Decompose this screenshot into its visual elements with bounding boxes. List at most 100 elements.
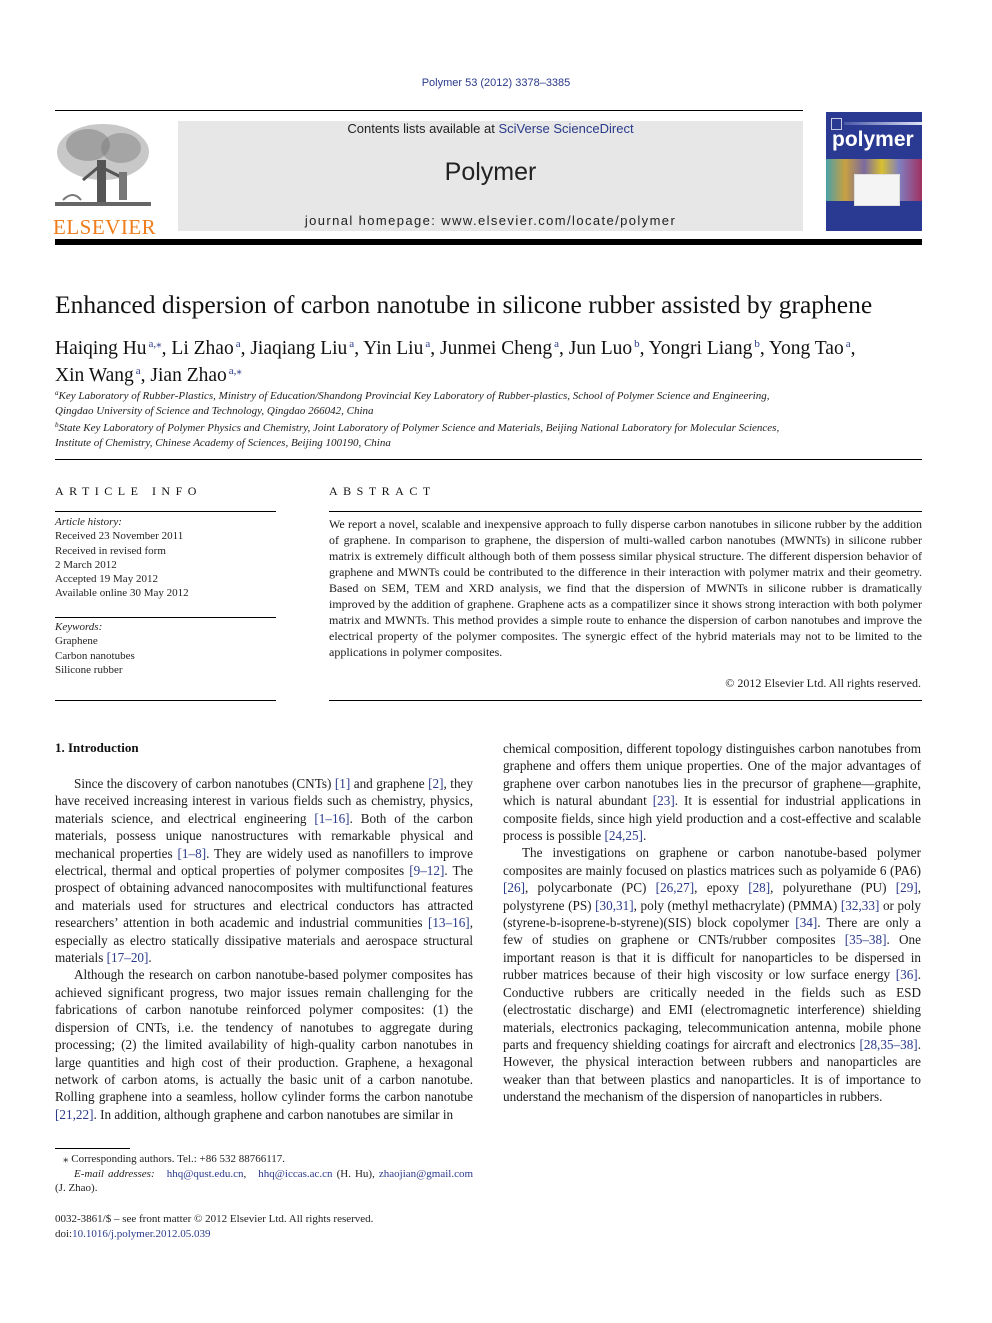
history-item: Received 23 November 2011 <box>55 530 184 543</box>
author-affiliation-mark[interactable]: a <box>349 338 354 350</box>
contents-prefix: Contents lists available at <box>347 121 499 136</box>
citation-link[interactable]: [1–8] <box>178 846 207 861</box>
doi-line: doi:10.1016/j.polymer.2012.05.039 <box>55 1227 473 1242</box>
history-item: Received in revised form <box>55 544 166 557</box>
article-title: Enhanced dispersion of carbon nanotube i… <box>55 290 873 319</box>
author[interactable]: Yong Tao a <box>769 338 851 359</box>
author-affiliation-mark[interactable]: b <box>754 338 760 350</box>
citation-link[interactable]: [9–12] <box>409 863 444 878</box>
affiliation-text: State Key Laboratory of Polymer Physics … <box>58 422 780 434</box>
article-info-rule <box>55 511 276 512</box>
sciencedirect-link[interactable]: SciVerse ScienceDirect <box>498 121 633 136</box>
header-thick-rule <box>55 239 922 245</box>
author[interactable]: Li Zhao a <box>171 338 240 359</box>
citation-link[interactable]: [28] <box>748 880 770 895</box>
article-info-heading: ARTICLE INFO <box>55 484 202 498</box>
citation-link[interactable]: [35–38] <box>845 932 887 947</box>
section-rule <box>55 459 922 460</box>
author-name[interactable]: Yongri Liang <box>649 338 753 359</box>
author-name[interactable]: Yin Liu <box>363 338 423 359</box>
keyword-item: Graphene <box>55 635 98 648</box>
corresponding-author-footnote: ⁎ Corresponding authors. Tel.: +86 532 8… <box>55 1152 473 1196</box>
abstract-rule <box>329 700 922 701</box>
author-affiliation-mark[interactable]: a <box>846 338 851 350</box>
author-list: Haiqing Hu a,⁎, Li Zhao a, Jiaqiang Liu a, … <box>55 338 856 386</box>
author-affiliation-mark[interactable]: a,⁎ <box>229 365 242 377</box>
cover-title: polymer <box>832 128 914 151</box>
keyword-item: Silicone rubber <box>55 663 123 676</box>
author-name[interactable]: Yong Tao <box>769 338 844 359</box>
author-affiliation-mark[interactable]: a <box>425 338 430 350</box>
author-affiliation-mark[interactable]: a <box>136 365 141 377</box>
citation-link[interactable]: [36] <box>896 967 918 982</box>
citation-link[interactable]: [23] <box>653 793 675 808</box>
journal-name: Polymer <box>444 158 537 186</box>
author-name[interactable]: Jiaqiang Liu <box>250 338 347 359</box>
citation-link[interactable]: [34] <box>795 915 817 930</box>
email-link[interactable]: hhq@qust.edu.cn <box>167 1168 244 1180</box>
author[interactable]: Haiqing Hu a,⁎ <box>55 338 162 359</box>
elsevier-wordmark: ELSEVIER <box>53 215 157 239</box>
abstract-rule <box>329 511 922 512</box>
abstract-text: We report a novel, scalable and inexpens… <box>329 517 922 659</box>
cover-decoration <box>844 122 922 125</box>
citation-link[interactable]: [29] <box>896 880 918 895</box>
citation-link[interactable]: [2] <box>428 776 443 791</box>
citation-link[interactable]: [28,35–38] <box>859 1037 917 1052</box>
keyword-item: Carbon nanotubes <box>55 649 135 662</box>
citation-link[interactable]: [21,22] <box>55 1107 93 1122</box>
journal-homepage[interactable]: journal homepage: www.elsevier.com/locat… <box>178 213 803 228</box>
author-name[interactable]: Jun Luo <box>569 338 632 359</box>
citation-link[interactable]: [30,31] <box>595 898 633 913</box>
citation-link[interactable]: [32,33] <box>841 898 879 913</box>
author[interactable]: Jun Luo b <box>569 338 640 359</box>
doi-link[interactable]: 10.1016/j.polymer.2012.05.039 <box>72 1228 210 1240</box>
header-rule <box>55 110 803 111</box>
abstract-copyright: © 2012 Elsevier Ltd. All rights reserved… <box>725 676 921 690</box>
doi-prefix: doi: <box>55 1227 73 1240</box>
author-name[interactable]: Li Zhao <box>171 338 233 359</box>
email-link[interactable]: zhaojian@gmail.com <box>379 1168 473 1180</box>
journal-reference[interactable]: Polymer 53 (2012) 3378–3385 <box>0 77 992 89</box>
author-name[interactable]: Xin Wang <box>55 365 134 386</box>
author[interactable]: Junmei Cheng a <box>440 338 559 359</box>
citation-link[interactable]: [17–20] <box>107 950 149 965</box>
citation-link[interactable]: [26] <box>503 880 525 895</box>
citation-link[interactable]: [26,27] <box>656 880 694 895</box>
author[interactable]: Xin Wang a <box>55 365 141 386</box>
front-matter: 0032-3861/$ – see front matter © 2012 El… <box>55 1212 473 1241</box>
author-affiliation-mark[interactable]: a <box>554 338 559 350</box>
elsevier-tree-icon <box>53 120 153 210</box>
author[interactable]: Yongri Liang b <box>649 338 760 359</box>
author[interactable]: Yin Liu a <box>363 338 430 359</box>
email-owner: (J. Zhao). <box>55 1182 98 1194</box>
abstract-heading: ABSTRACT <box>329 484 436 498</box>
author-affiliation-mark[interactable]: a,⁎ <box>149 338 162 350</box>
author[interactable]: Jian Zhao a,⁎ <box>150 365 242 386</box>
citation-link[interactable]: [13–16] <box>428 915 470 930</box>
journal-cover-image[interactable]: polymer <box>826 112 922 231</box>
body-column-left: Since the discovery of carbon nanotubes … <box>55 775 473 1123</box>
introduction-heading: 1. Introduction <box>55 740 139 755</box>
email-link[interactable]: hhq@iccas.ac.cn <box>258 1168 332 1180</box>
affiliation-text: Key Laboratory of Rubber-Plastics, Minis… <box>58 390 770 402</box>
author-name[interactable]: Haiqing Hu <box>55 338 147 359</box>
citation-link[interactable]: [1] <box>335 776 350 791</box>
email-owner: (H. Hu), <box>332 1167 379 1180</box>
elsevier-logo[interactable]: ELSEVIER <box>53 120 156 238</box>
body-paragraph: chemical composition, different topology… <box>503 741 921 844</box>
author-name[interactable]: Junmei Cheng <box>440 338 552 359</box>
affiliation-line: Institute of Chemistry, Chinese Academy … <box>55 436 391 449</box>
article-history: Article history: Received 23 November 20… <box>55 515 189 601</box>
keywords-label: Keywords: <box>55 621 103 633</box>
issn-line: 0032-3861/$ – see front matter © 2012 El… <box>55 1213 374 1225</box>
author-affiliation-mark[interactable]: b <box>634 338 640 350</box>
body-column-right: chemical composition, different topology… <box>503 740 921 1106</box>
author-name[interactable]: Jian Zhao <box>150 365 226 386</box>
cover-plot-icon <box>854 174 900 206</box>
author[interactable]: Jiaqiang Liu a <box>250 338 354 359</box>
footnote-rule <box>55 1148 130 1149</box>
citation-link[interactable]: [24,25] <box>604 828 642 843</box>
citation-link[interactable]: [1–16] <box>314 811 349 826</box>
author-affiliation-mark[interactable]: a <box>236 338 241 350</box>
